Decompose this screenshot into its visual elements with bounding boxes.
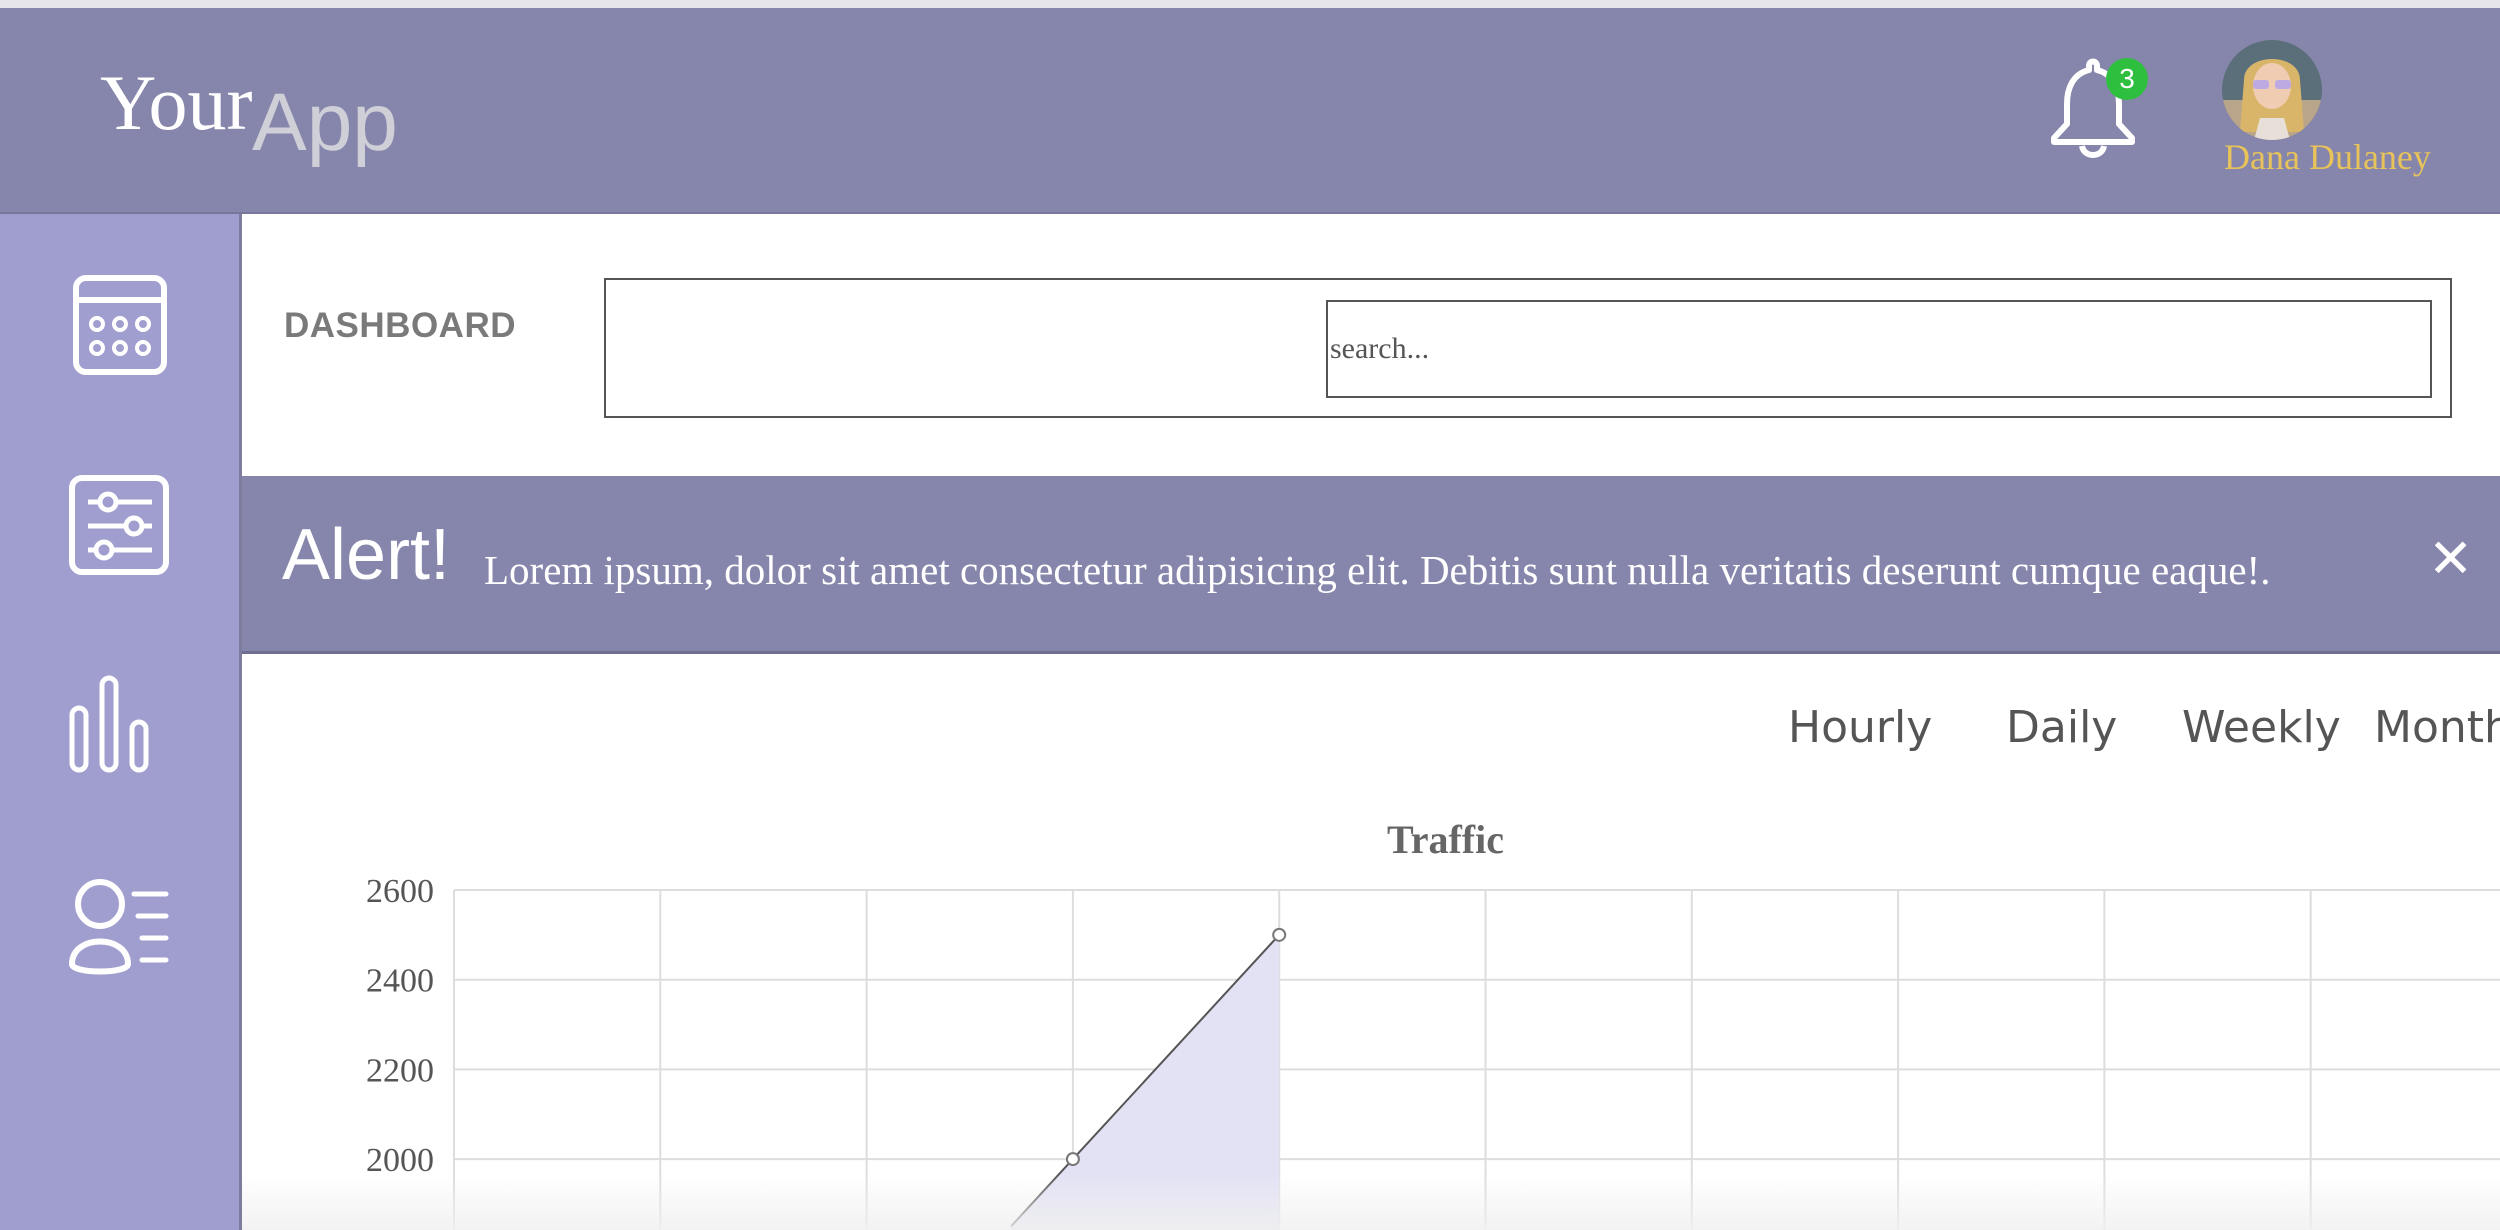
tab-weekly[interactable]: Weekly [2182,702,2341,753]
logo-secondary-text: App [252,77,398,168]
search-input[interactable] [1326,300,2432,398]
window-top-strip [0,0,2500,8]
sidebar-item-calendar[interactable] [60,264,180,384]
alert-message: Lorem ipsum, dolor sit amet consectetur … [484,547,2271,593]
sidebar-item-users[interactable] [60,864,180,984]
app-header: Your App 3 Dana Dulaney [0,8,2500,214]
user-list-icon [68,879,169,975]
sidebar-item-settings[interactable] [60,464,180,584]
page-title: DASHBOARD [284,306,516,345]
alert-title: Alert! [282,515,451,595]
chart-data-point [1272,927,1287,942]
sliders-icon [69,475,169,575]
avatar[interactable] [2222,40,2322,140]
search-container [604,278,2452,418]
tab-hourly[interactable]: Hourly [1788,702,1932,753]
calendar-icon [73,275,167,375]
chart-data-point [1065,1152,1080,1167]
notification-count-badge: 3 [2106,58,2148,100]
chart-y-tick-label: 2600 [366,873,434,910]
sidebar-item-analytics[interactable] [60,664,180,784]
notifications-button[interactable]: 3 [2040,50,2150,160]
tab-monthly[interactable]: Month [2374,702,2500,753]
alert-banner: Alert! Lorem ipsum, dolor sit amet conse… [242,476,2500,654]
sidebar [0,214,242,1230]
bar-chart-icon [69,675,149,773]
chart-y-tick-label: 2000 [366,1142,434,1179]
tab-daily[interactable]: Daily [2006,702,2117,753]
logo-primary-text: Your [100,59,253,146]
chart-y-tick-label: 2400 [366,963,434,1000]
main-content: DASHBOARD Alert! Lorem ipsum, dolor sit … [242,214,2500,1230]
close-icon[interactable]: ✕ [2428,532,2473,586]
chart-y-tick-label: 2200 [366,1052,434,1089]
traffic-chart: 2600 2400 2200 2000 [366,873,2500,1230]
user-name[interactable]: Dana Dulaney [2224,136,2431,178]
